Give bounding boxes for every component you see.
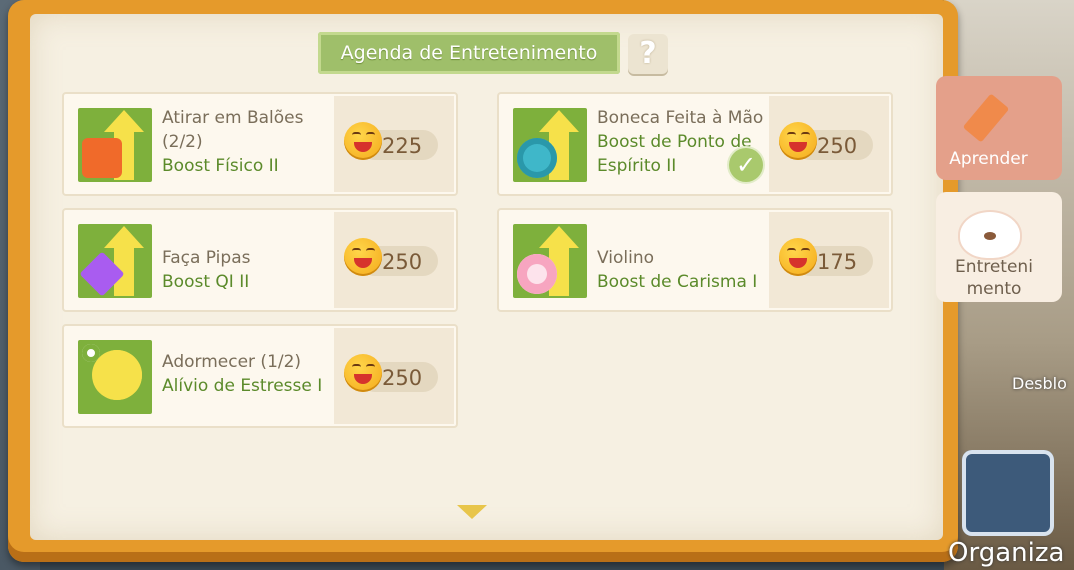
activity-cost: 225: [382, 134, 423, 158]
grinning-face-icon: [779, 238, 817, 276]
activity-cost: 175: [817, 250, 858, 274]
activity-name: Boneca Feita à Mão: [597, 108, 764, 128]
balloon-target-icon: [78, 108, 152, 182]
activity-card[interactable]: Adormecer (1/2) Alívio de Estresse I 250: [62, 324, 458, 428]
activity-card[interactable]: Boneca Feita à Mão Boost de Ponto de Esp…: [497, 92, 893, 196]
activity-boost: Boost QI II: [162, 272, 250, 292]
chevron-down-icon[interactable]: [457, 505, 487, 519]
cost-box: 250: [334, 328, 454, 424]
help-button[interactable]: ?: [628, 34, 668, 74]
activity-name: Adormecer (1/2): [162, 352, 302, 372]
activity-cost: 250: [382, 250, 423, 274]
tab-entertainment[interactable]: Entreteni mento: [936, 192, 1062, 302]
grinning-face-icon: [344, 122, 382, 160]
grinning-face-icon: [344, 238, 382, 276]
activity-cost: 250: [382, 366, 423, 390]
page-title: Agenda de Entretenimento: [318, 32, 620, 74]
yarn-ball-icon: [513, 108, 587, 182]
tab-learn-label: Aprender: [949, 149, 1028, 169]
pencil-icon: [962, 93, 1010, 143]
cost-box: 175: [769, 212, 889, 308]
grinning-face-icon: [779, 122, 817, 160]
cost-box: 225: [334, 96, 454, 192]
activity-name: Atirar em Balões (2/2): [162, 108, 304, 152]
tab-entertainment-label: Entreteni mento: [955, 257, 1033, 299]
kite-icon: [78, 224, 152, 298]
activity-boost: Boost de Carisma I: [597, 272, 758, 292]
organize-button[interactable]: [962, 450, 1054, 536]
activity-name: Violino: [597, 248, 655, 268]
unlock-label: Desblo: [1012, 374, 1067, 393]
activity-name: Faça Pipas: [162, 248, 251, 268]
bear-icon: [960, 212, 1020, 258]
activity-boost: Boost Físico II: [162, 156, 279, 176]
flower-icon: [513, 224, 587, 298]
moon-icon: [78, 340, 152, 414]
cost-box: 250: [769, 96, 889, 192]
checkmark-icon: ✓: [729, 148, 763, 182]
activity-card[interactable]: Atirar em Balões (2/2) Boost Físico II 2…: [62, 92, 458, 196]
cost-box: 250: [334, 212, 454, 308]
activity-cost: 250: [817, 134, 858, 158]
activity-card[interactable]: Violino Boost de Carisma I 175: [497, 208, 893, 312]
activity-card[interactable]: Faça Pipas Boost QI II 250: [62, 208, 458, 312]
grinning-face-icon: [344, 354, 382, 392]
organize-label: Organiza: [948, 538, 1065, 568]
activity-boost: Alívio de Estresse I: [162, 376, 323, 396]
tab-learn[interactable]: Aprender: [936, 76, 1062, 180]
